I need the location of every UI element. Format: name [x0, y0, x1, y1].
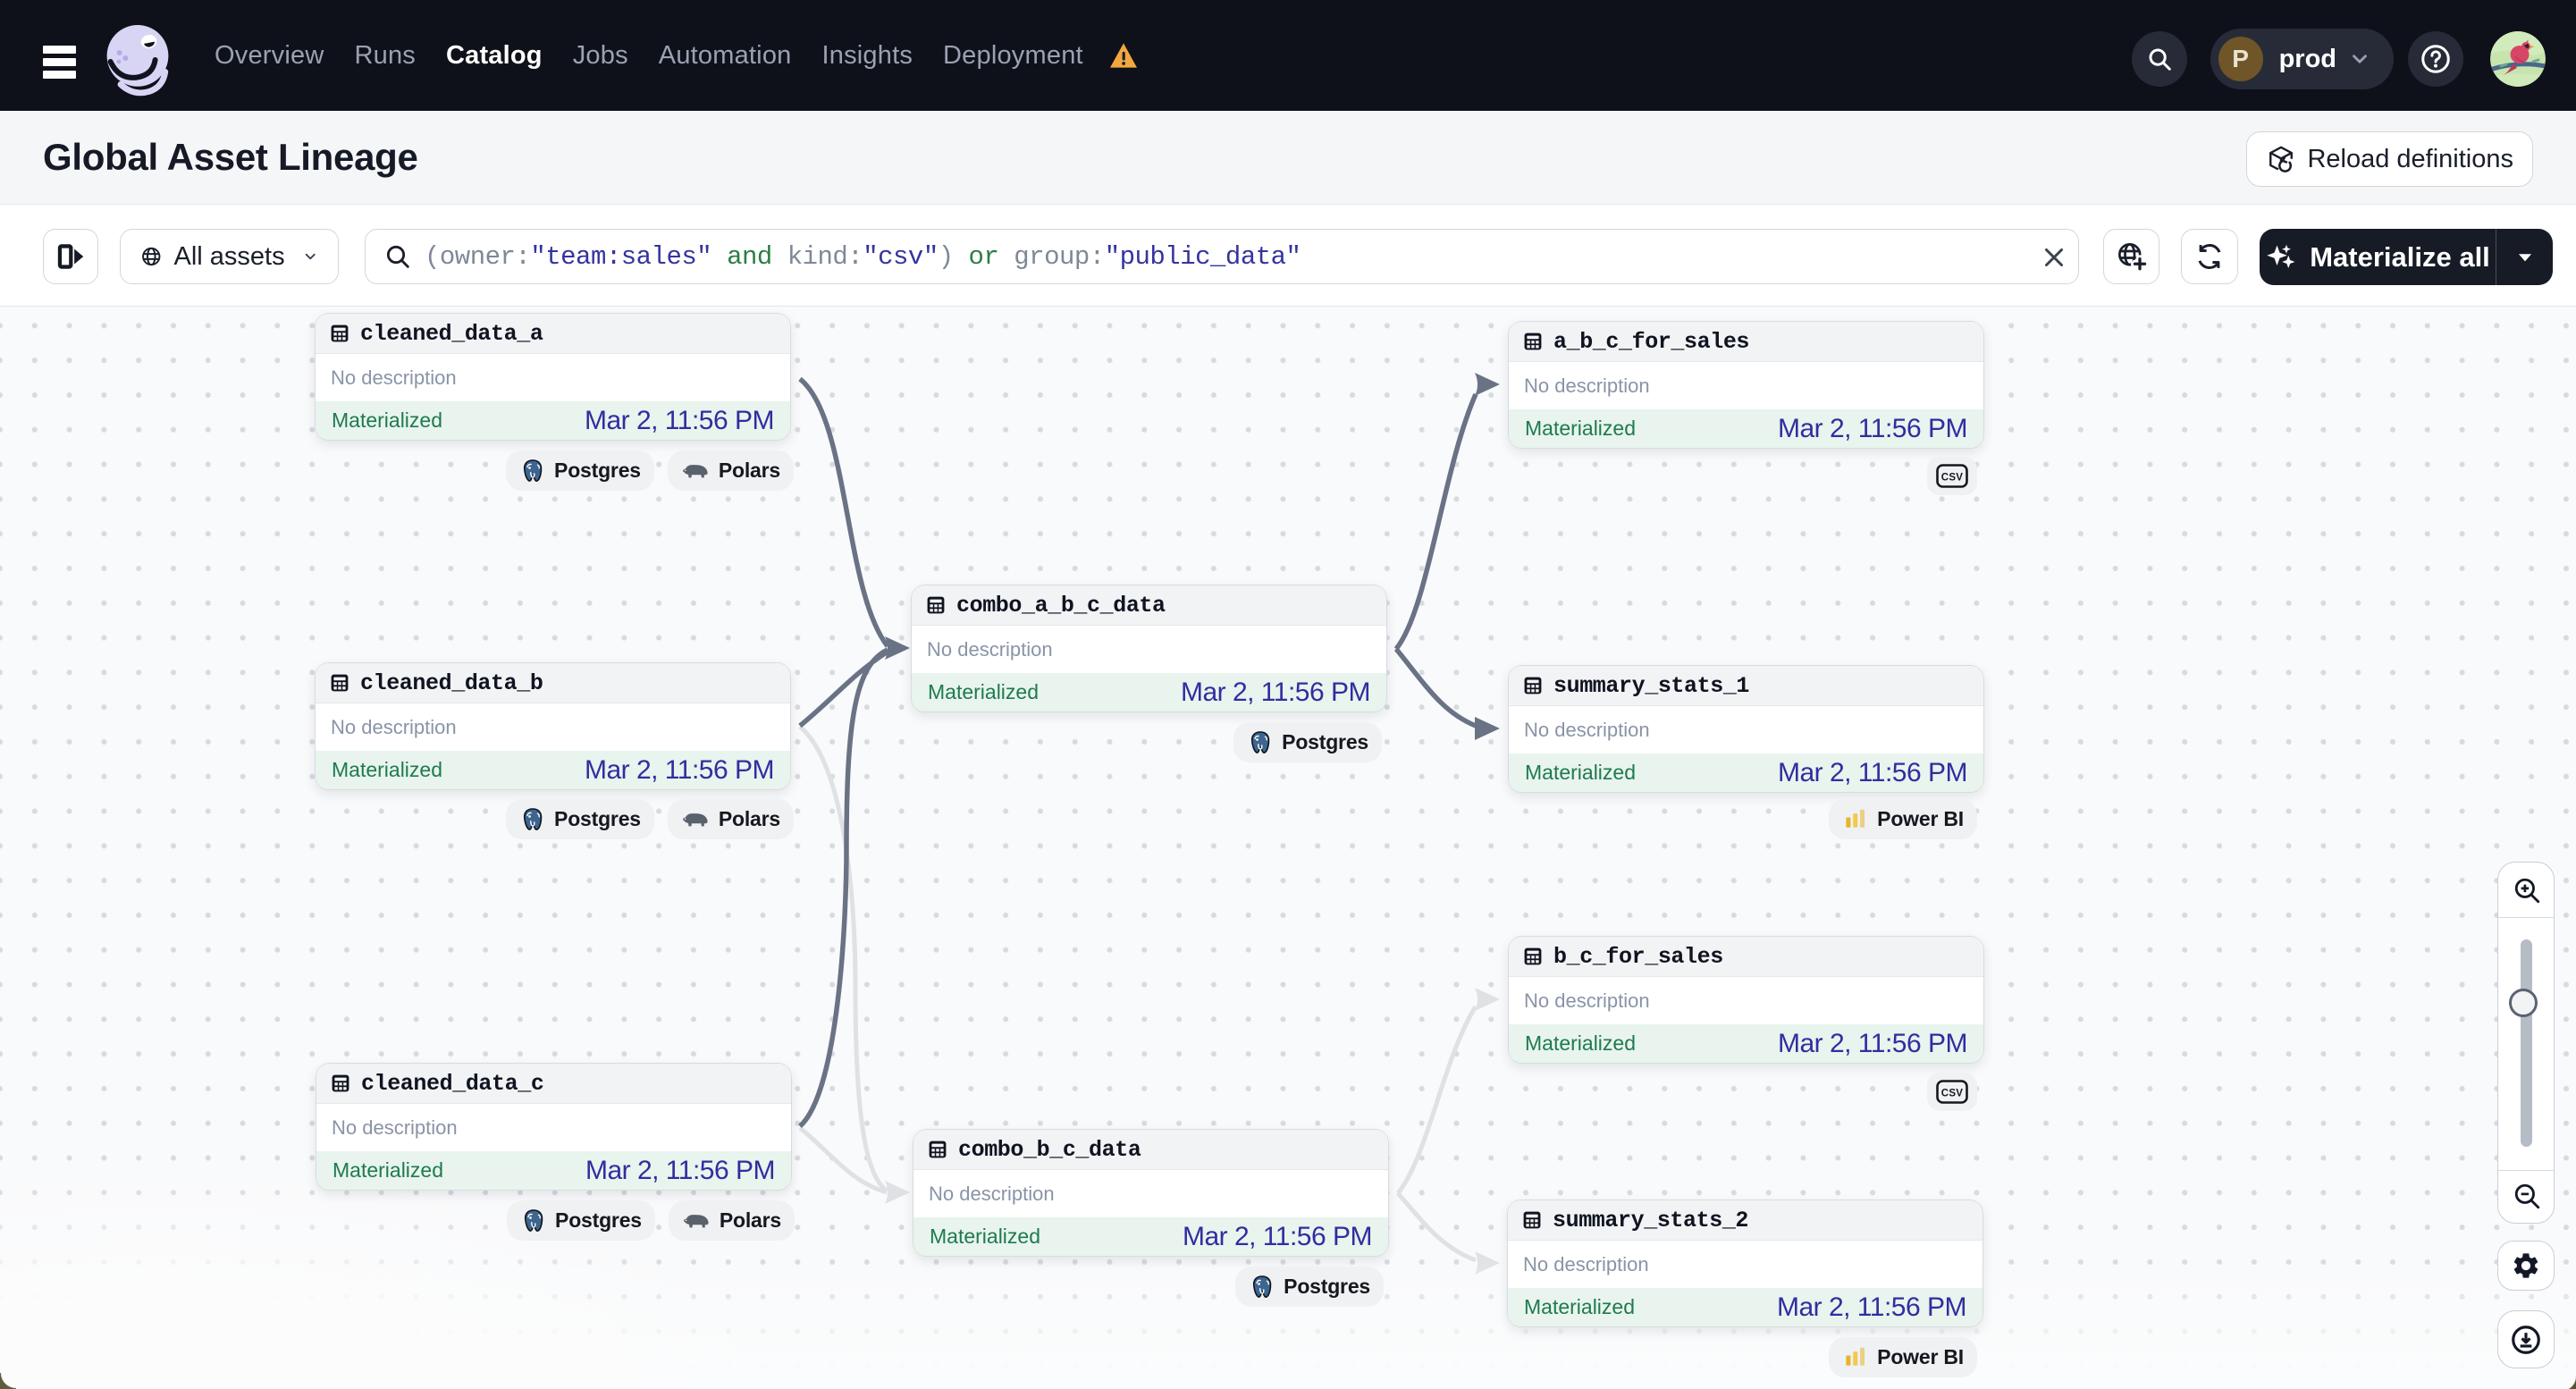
svg-text:CSV: CSV	[1941, 1089, 1964, 1099]
svg-text:CSV: CSV	[1941, 473, 1964, 484]
